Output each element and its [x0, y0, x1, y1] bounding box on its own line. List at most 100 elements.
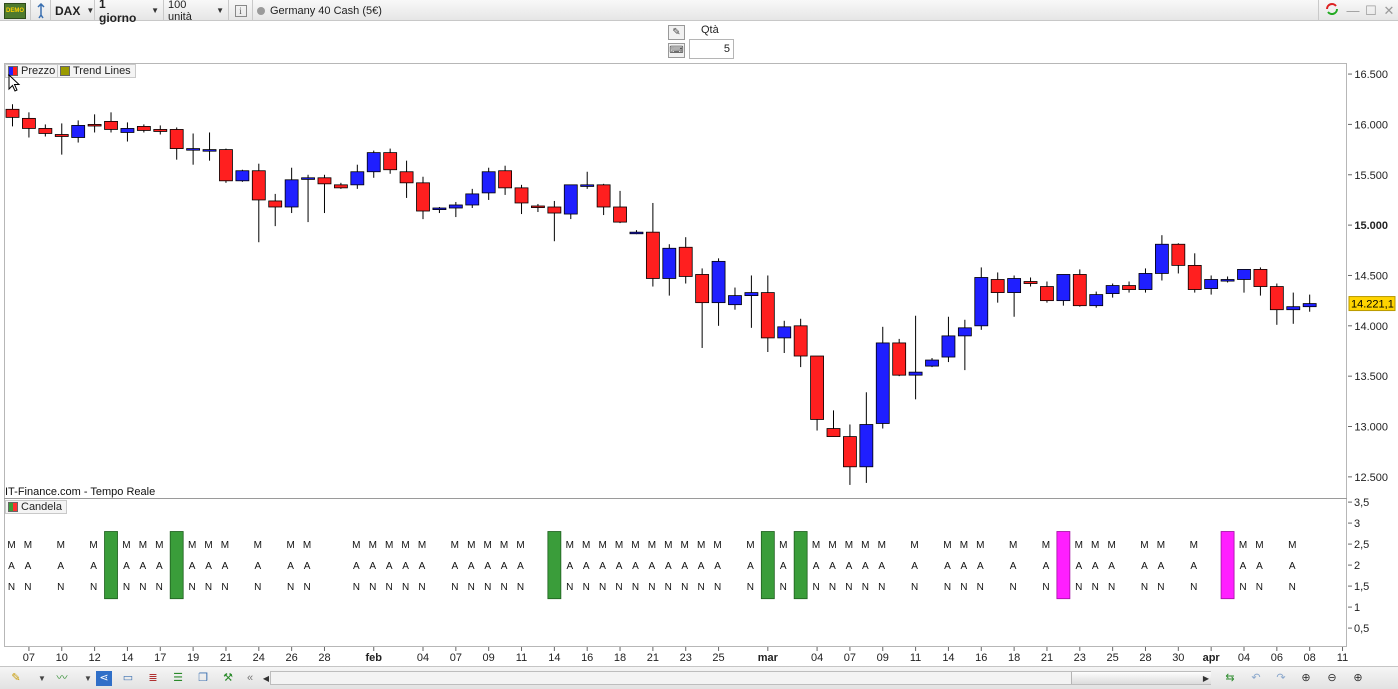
pattern-letter: N — [205, 582, 212, 593]
redo-button[interactable]: ↷ — [1273, 671, 1289, 686]
time-scrollbar[interactable] — [270, 671, 1211, 685]
zoom-out-button[interactable]: ⊖ — [1324, 671, 1340, 686]
candle-body — [1204, 279, 1219, 289]
pattern-letter: N — [517, 582, 524, 593]
candle-body — [416, 182, 430, 212]
tools-button[interactable]: ⚒ — [220, 671, 236, 686]
candle-body — [317, 177, 332, 185]
pattern-letter: A — [566, 561, 573, 572]
x-tick-label: 25 — [712, 652, 724, 664]
zoom-in-button[interactable]: ⊕ — [1350, 671, 1366, 686]
candle-body — [202, 149, 217, 152]
pattern-letter: N — [747, 582, 754, 593]
price-y-label: 12.500 — [1354, 472, 1388, 484]
pattern-letter: A — [649, 561, 656, 572]
list-button[interactable]: ≣ — [145, 671, 161, 686]
pattern-letter: N — [353, 582, 360, 593]
green-signal-bar — [104, 531, 118, 600]
pattern-letter: M — [960, 540, 968, 551]
zoom-fit-icon: ⊕ — [1301, 672, 1311, 684]
x-tick-label: 06 — [1271, 652, 1283, 664]
pattern-letter: N — [960, 582, 967, 593]
share-button[interactable]: ⋖ — [96, 671, 112, 686]
x-tick-label: feb — [365, 652, 382, 664]
sync-button[interactable]: ⇆ — [1222, 671, 1238, 686]
price-y-label: 13.500 — [1354, 371, 1388, 383]
scrollbar-thumb[interactable] — [1071, 672, 1211, 684]
pattern-letter: A — [665, 561, 672, 572]
candle-body — [695, 274, 710, 304]
bottom-toolbar: ✎ ▼ 〰 ▼ ⋖ ▭ ≣ ☰ ❐ ⚒ « ◀ ▶ ⇆ ↶ ↷ ⊕ ⊖ ⊕ — [0, 666, 1398, 689]
candle-body — [662, 247, 677, 279]
candle-body — [711, 260, 726, 304]
pen-dropdown[interactable]: ▼ — [34, 671, 50, 686]
candle-body — [1187, 264, 1202, 290]
pattern-letter: M — [1042, 540, 1050, 551]
candle-body — [1155, 243, 1169, 274]
magenta-signal-bar — [1056, 531, 1071, 600]
orderbook-button[interactable]: ☰ — [170, 671, 186, 686]
candle-body — [580, 184, 595, 187]
indicator-dropdown[interactable]: ▼ — [80, 671, 96, 686]
pattern-letter: M — [631, 540, 639, 551]
candle-body — [22, 117, 36, 129]
pattern-letter: A — [714, 561, 721, 572]
pattern-letter: M — [467, 540, 475, 551]
indicator-button[interactable]: 〰 — [54, 671, 70, 686]
collapse-button[interactable]: « — [242, 671, 258, 686]
pattern-letter: A — [452, 561, 459, 572]
candle-body — [54, 134, 69, 137]
pattern-letter: M — [1288, 540, 1296, 551]
undo-icon: ↶ — [1251, 672, 1261, 684]
x-tick-label: 08 — [1304, 652, 1316, 664]
pattern-letter: A — [599, 561, 606, 572]
green-signal-bar — [793, 531, 808, 600]
candle-body — [974, 277, 989, 327]
candle-body — [120, 128, 135, 133]
pattern-letter: M — [221, 540, 229, 551]
chat-button[interactable]: ▭ — [120, 671, 136, 686]
pattern-letter: N — [1141, 582, 1148, 593]
pattern-letter: A — [468, 561, 475, 572]
sync-icon: ⇆ — [1225, 672, 1235, 684]
pen-button[interactable]: ✎ — [8, 671, 24, 686]
candle-body — [990, 279, 1005, 293]
zoom-out-icon: ⊖ — [1327, 672, 1337, 684]
x-tick-label: 07 — [23, 652, 35, 664]
candle-body — [268, 200, 283, 208]
pattern-letter: M — [24, 540, 32, 551]
candle-body — [908, 371, 923, 376]
pattern-letter: N — [24, 582, 31, 593]
pattern-letter: M — [484, 540, 492, 551]
candle-body — [1105, 285, 1120, 294]
pattern-letter: N — [8, 582, 15, 593]
pattern-letter: N — [57, 582, 64, 593]
arrow-right-icon: ▶ — [1202, 674, 1210, 683]
windows-button[interactable]: ❐ — [195, 671, 211, 686]
pattern-letter: A — [140, 561, 147, 572]
pattern-letter: N — [911, 582, 918, 593]
x-tick-label: 19 — [187, 652, 199, 664]
candle-body — [531, 205, 545, 208]
candela-legend[interactable]: Candela — [5, 500, 67, 514]
trend-legend[interactable]: Trend Lines — [57, 64, 136, 78]
pattern-letter: A — [862, 561, 869, 572]
pattern-letter: A — [517, 561, 524, 572]
candle-body — [514, 187, 529, 204]
zoom-fit-button[interactable]: ⊕ — [1298, 671, 1314, 686]
pattern-letter: A — [1010, 561, 1017, 572]
scroll-right-button[interactable]: ▶ — [1198, 671, 1214, 686]
orderbook-icon: ☰ — [173, 672, 183, 684]
pattern-letter: A — [1043, 561, 1050, 572]
undo-button[interactable]: ↶ — [1248, 671, 1264, 686]
price-candles[interactable] — [5, 104, 1317, 485]
pattern-letter: N — [1042, 582, 1049, 593]
candle-body — [448, 204, 463, 209]
price-y-label: 15.000 — [1354, 220, 1388, 232]
pattern-letter: M — [451, 540, 459, 551]
list-icon: ≣ — [148, 672, 158, 684]
pattern-letter: A — [189, 561, 196, 572]
candle-body — [613, 206, 627, 223]
price-y-label: 14.000 — [1354, 321, 1388, 333]
candle-body — [892, 342, 907, 376]
